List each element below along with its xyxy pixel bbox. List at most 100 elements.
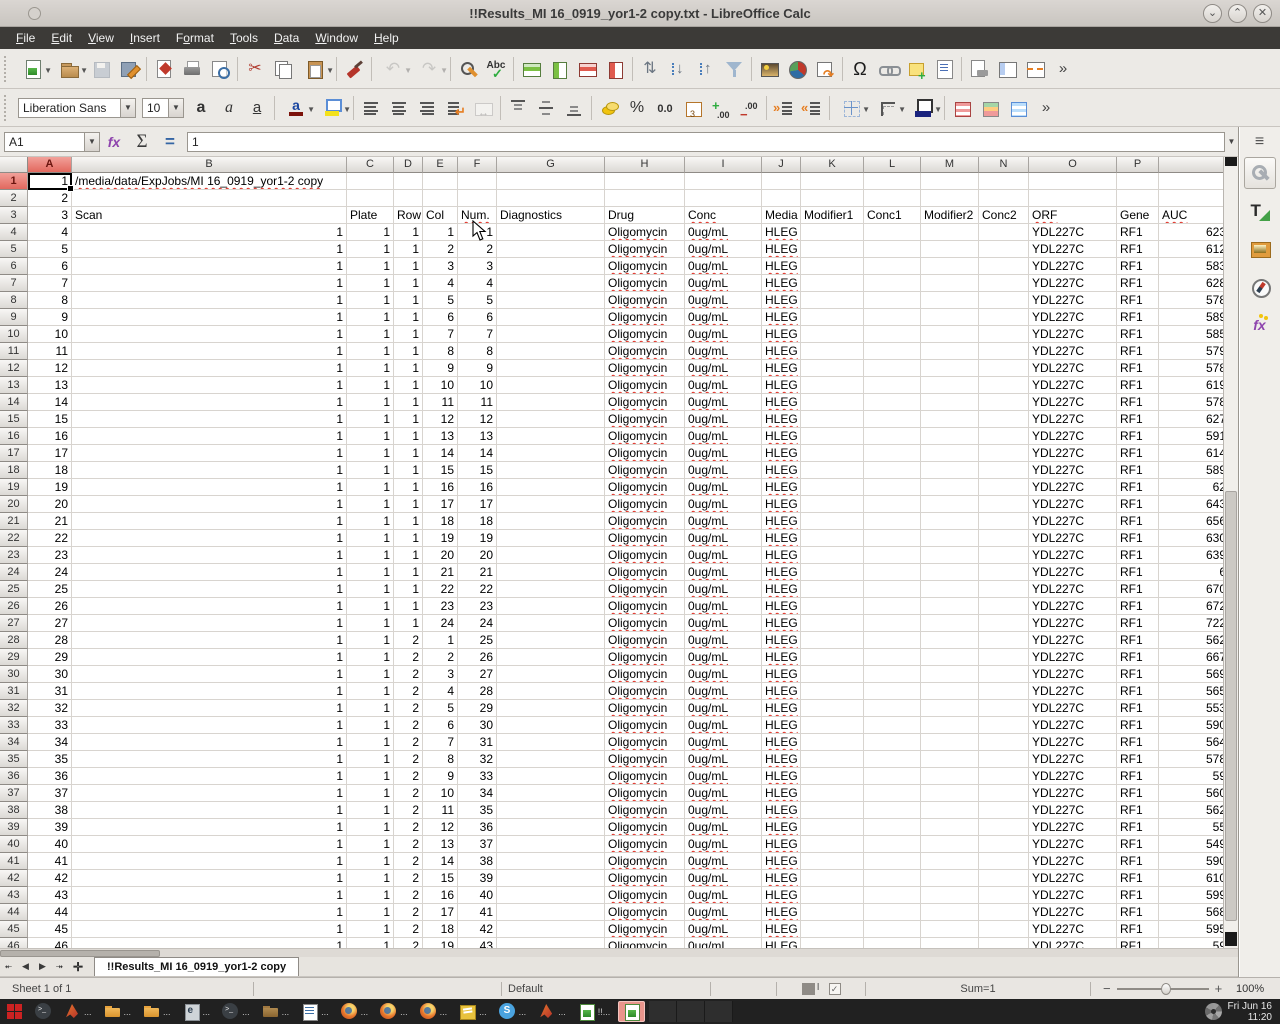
cell-Q11[interactable]: 579 <box>1159 343 1223 360</box>
cell-K6[interactable] <box>801 258 864 275</box>
cell-K30[interactable] <box>801 666 864 683</box>
cell-C14[interactable]: 1 <box>347 394 394 411</box>
cell-J38[interactable]: HLEG <box>762 802 801 819</box>
cell-A3[interactable]: 3 <box>28 207 72 224</box>
cell-I32[interactable]: 0ug/mL <box>685 700 762 717</box>
sort-descending-button[interactable] <box>692 55 720 83</box>
cell-G10[interactable] <box>497 326 605 343</box>
cell-B21[interactable]: 1 <box>72 513 347 530</box>
cell-G5[interactable] <box>497 241 605 258</box>
cell-I35[interactable]: 0ug/mL <box>685 751 762 768</box>
cell-O16[interactable]: YDL227C <box>1029 428 1117 445</box>
cell-A16[interactable]: 16 <box>28 428 72 445</box>
cell-H38[interactable]: Oligomycin <box>605 802 685 819</box>
save-as-button[interactable] <box>115 55 143 83</box>
cell-F1[interactable] <box>458 173 497 190</box>
cell-F29[interactable]: 26 <box>458 649 497 666</box>
cell-J43[interactable]: HLEG <box>762 887 801 904</box>
cell-B19[interactable]: 1 <box>72 479 347 496</box>
cell-G4[interactable] <box>497 224 605 241</box>
row-header-24[interactable]: 24 <box>0 564 28 581</box>
highlighting-color-button[interactable]: ▼ <box>314 94 350 122</box>
taskbar-item-terminal-window[interactable] <box>31 1001 56 1022</box>
cell-K28[interactable] <box>801 632 864 649</box>
cell-O38[interactable]: YDL227C <box>1029 802 1117 819</box>
cell-H29[interactable]: Oligomycin <box>605 649 685 666</box>
cell-F38[interactable]: 35 <box>458 802 497 819</box>
cell-Q22[interactable]: 630 <box>1159 530 1223 547</box>
cell-G21[interactable] <box>497 513 605 530</box>
cell-M12[interactable] <box>921 360 979 377</box>
cell-H22[interactable]: Oligomycin <box>605 530 685 547</box>
cell-B31[interactable]: 1 <box>72 683 347 700</box>
cell-D39[interactable]: 2 <box>394 819 423 836</box>
row-header-30[interactable]: 30 <box>0 666 28 683</box>
column-header-L[interactable]: L <box>864 157 921 173</box>
split-window-button[interactable] <box>1021 55 1049 83</box>
cell-E16[interactable]: 13 <box>423 428 458 445</box>
toolbar-overflow-button[interactable] <box>1032 94 1060 122</box>
cell-N1[interactable] <box>979 173 1029 190</box>
cell-M25[interactable] <box>921 581 979 598</box>
cell-N12[interactable] <box>979 360 1029 377</box>
cell-B45[interactable]: 1 <box>72 921 347 938</box>
cell-E15[interactable]: 12 <box>423 411 458 428</box>
row-header-39[interactable]: 39 <box>0 819 28 836</box>
cell-F11[interactable]: 8 <box>458 343 497 360</box>
cell-N30[interactable] <box>979 666 1029 683</box>
cell-O19[interactable]: YDL227C <box>1029 479 1117 496</box>
cell-C2[interactable] <box>347 190 394 207</box>
cell-C15[interactable]: 1 <box>347 411 394 428</box>
cell-L14[interactable] <box>864 394 921 411</box>
cell-L40[interactable] <box>864 836 921 853</box>
cell-B1[interactable]: /media/data/ExpJobs/MI 16_0919_yor1-2 co… <box>72 173 347 190</box>
cell-C43[interactable]: 1 <box>347 887 394 904</box>
function-wizard-icon[interactable]: fx <box>101 130 127 154</box>
column-header-J[interactable]: J <box>762 157 801 173</box>
cell-F2[interactable] <box>458 190 497 207</box>
cell-I6[interactable]: 0ug/mL <box>685 258 762 275</box>
row-header-4[interactable]: 4 <box>0 224 28 241</box>
cell-G27[interactable] <box>497 615 605 632</box>
row-header-22[interactable]: 22 <box>0 530 28 547</box>
horizontal-scrollbar[interactable] <box>0 948 1238 957</box>
cell-G12[interactable] <box>497 360 605 377</box>
row-header-28[interactable]: 28 <box>0 632 28 649</box>
pivot-table-button[interactable] <box>811 55 839 83</box>
cell-F22[interactable]: 19 <box>458 530 497 547</box>
cell-E30[interactable]: 3 <box>423 666 458 683</box>
cell-J17[interactable]: HLEG <box>762 445 801 462</box>
cell-Q15[interactable]: 627 <box>1159 411 1223 428</box>
cell-H32[interactable]: Oligomycin <box>605 700 685 717</box>
cell-H9[interactable]: Oligomycin <box>605 309 685 326</box>
row-header-43[interactable]: 43 <box>0 887 28 904</box>
cell-H39[interactable]: Oligomycin <box>605 819 685 836</box>
cell-K17[interactable] <box>801 445 864 462</box>
cell-J13[interactable]: HLEG <box>762 377 801 394</box>
cell-J4[interactable]: HLEG <box>762 224 801 241</box>
row-header-33[interactable]: 33 <box>0 717 28 734</box>
cell-E42[interactable]: 15 <box>423 870 458 887</box>
cell-K18[interactable] <box>801 462 864 479</box>
cell-H36[interactable]: Oligomycin <box>605 768 685 785</box>
cell-E38[interactable]: 11 <box>423 802 458 819</box>
cell-I38[interactable]: 0ug/mL <box>685 802 762 819</box>
cell-G28[interactable] <box>497 632 605 649</box>
cell-C21[interactable]: 1 <box>347 513 394 530</box>
cell-H7[interactable]: Oligomycin <box>605 275 685 292</box>
cell-E36[interactable]: 9 <box>423 768 458 785</box>
row-header-45[interactable]: 45 <box>0 921 28 938</box>
column-header-E[interactable]: E <box>423 157 458 173</box>
cell-F46[interactable]: 43 <box>458 938 497 948</box>
cell-H27[interactable]: Oligomycin <box>605 615 685 632</box>
cell-G17[interactable] <box>497 445 605 462</box>
cell-M29[interactable] <box>921 649 979 666</box>
cell-A33[interactable]: 33 <box>28 717 72 734</box>
cell-C19[interactable]: 1 <box>347 479 394 496</box>
row-header-17[interactable]: 17 <box>0 445 28 462</box>
cell-K44[interactable] <box>801 904 864 921</box>
find-and-replace-button[interactable] <box>454 55 482 83</box>
cell-D2[interactable] <box>394 190 423 207</box>
zoom-in-icon[interactable]: + <box>1215 981 1223 996</box>
cell-F31[interactable]: 28 <box>458 683 497 700</box>
